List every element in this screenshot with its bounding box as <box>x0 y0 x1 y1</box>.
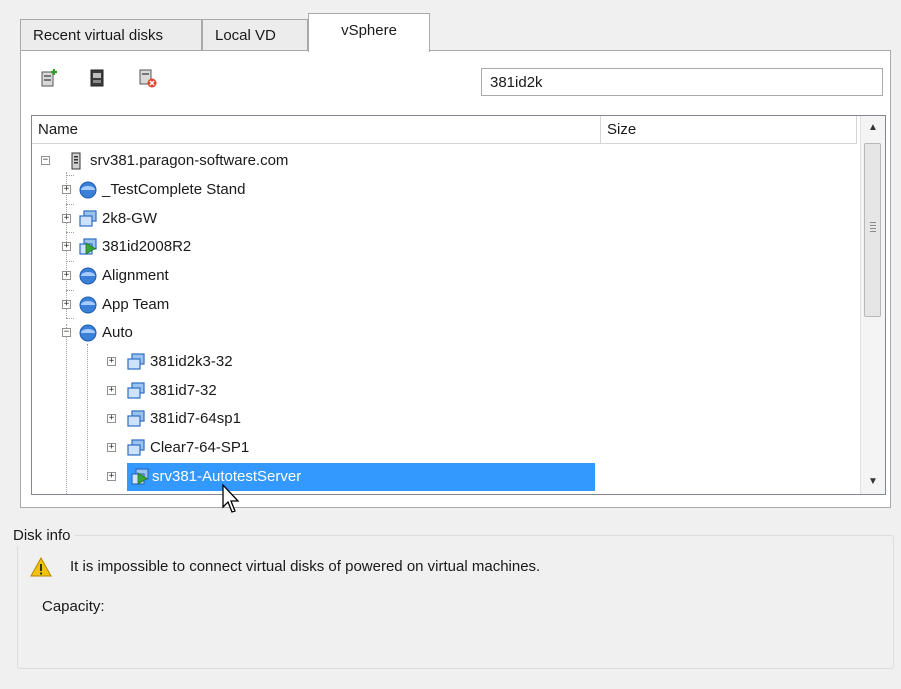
tree-row-pool[interactable]: − Auto <box>32 319 592 347</box>
expand-icon[interactable]: + <box>107 357 116 366</box>
grip-icon <box>870 222 876 232</box>
server-icon <box>71 152 81 170</box>
expand-icon[interactable]: + <box>62 185 71 194</box>
vertical-scrollbar[interactable]: ▲ ▼ <box>860 116 885 494</box>
tree-row-server[interactable]: − srv381.paragon-software.com <box>32 147 592 175</box>
vm-powered-on-icon <box>131 468 149 485</box>
expand-icon[interactable]: + <box>107 386 116 395</box>
disk-info-title: Disk info <box>10 526 75 546</box>
tree-row-label: _TestComplete Stand <box>102 181 246 198</box>
tab-label: Local VD <box>215 27 276 44</box>
tree-row-vm[interactable]: + 381id7-32 <box>32 377 592 405</box>
tab-vsphere[interactable]: vSphere <box>308 13 430 52</box>
vm-icon <box>127 382 145 399</box>
expand-icon[interactable]: + <box>107 443 116 452</box>
tab-label: vSphere <box>341 22 397 39</box>
resource-pool-icon <box>79 324 97 342</box>
vm-icon <box>127 410 145 427</box>
resource-pool-icon <box>79 296 97 314</box>
tree-row-label: Alignment <box>102 267 169 284</box>
vm-icon <box>127 353 145 370</box>
tree-row-vm[interactable]: + 381id2008R2 <box>32 233 592 261</box>
remove-disk-icon[interactable] <box>139 68 157 88</box>
resource-pool-icon <box>79 267 97 285</box>
tree-row-label: Auto <box>102 324 133 341</box>
expand-icon[interactable]: + <box>107 414 116 423</box>
capacity-label: Capacity: <box>42 598 105 615</box>
add-disk-icon[interactable] <box>41 68 59 88</box>
tree-row-vm-selected[interactable]: + srv381-AutotestServer <box>32 463 602 491</box>
tree-row-vm[interactable]: + 381id2k3-32 <box>32 348 592 376</box>
tree-row-pool[interactable]: + Alignment <box>32 262 592 290</box>
expand-icon[interactable]: + <box>62 300 71 309</box>
vm-icon <box>127 439 145 456</box>
vm-powered-on-icon <box>79 238 97 255</box>
expand-icon[interactable]: + <box>62 271 71 280</box>
tree-row-label: 381id2k3-32 <box>150 353 233 370</box>
tree-row-label: 381id7-64sp1 <box>150 410 241 427</box>
tree-row-pool[interactable]: + _TestComplete Stand <box>32 176 592 204</box>
resource-pool-icon <box>79 181 97 199</box>
tree-row-vm[interactable]: + Clear7-64-SP1 <box>32 434 592 462</box>
tree-row-label: srv381.paragon-software.com <box>90 152 289 169</box>
tree-row-vm[interactable]: + 2k8-GW <box>32 205 592 233</box>
tab-label: Recent virtual disks <box>33 27 164 44</box>
column-header-size[interactable]: Size <box>601 116 857 144</box>
tree-row-label: 2k8-GW <box>102 210 158 227</box>
expand-icon[interactable]: + <box>107 472 116 481</box>
column-header-label: Name <box>38 121 79 138</box>
vsphere-panel: Name Size − srv381.paragon-software.com … <box>20 50 891 508</box>
expand-icon[interactable]: + <box>62 214 71 223</box>
tab-local-vd[interactable]: Local VD <box>202 19 308 50</box>
tree-row-label: 381id7-32 <box>150 382 217 399</box>
search-input[interactable] <box>481 68 883 96</box>
tab-recent-virtual-disks[interactable]: Recent virtual disks <box>20 19 202 50</box>
collapse-icon[interactable]: − <box>62 328 71 337</box>
vm-tree-list[interactable]: Name Size − srv381.paragon-software.com … <box>31 115 886 495</box>
tree-row-pool[interactable]: + App Team <box>32 291 592 319</box>
tree-row-label: App Team <box>102 296 170 313</box>
disk-icon[interactable] <box>88 68 106 88</box>
column-header-label: Size <box>607 121 637 138</box>
collapse-icon[interactable]: − <box>41 156 50 165</box>
warning-icon <box>30 557 52 577</box>
tree-row-label: srv381-AutotestServer <box>152 468 302 485</box>
tree-row-vm[interactable]: + 381id7-64sp1 <box>32 405 592 433</box>
vm-icon <box>79 210 97 227</box>
tree-row-label: 381id2008R2 <box>102 238 192 255</box>
expand-icon[interactable]: + <box>62 242 71 251</box>
scrollbar-thumb[interactable] <box>864 143 881 317</box>
column-header-name[interactable]: Name <box>32 116 601 144</box>
warning-message: It is impossible to connect virtual disk… <box>70 558 541 575</box>
scroll-up-arrow-icon[interactable]: ▲ <box>861 116 885 140</box>
tree-row-label: Clear7-64-SP1 <box>150 439 250 456</box>
scroll-down-arrow-icon[interactable]: ▼ <box>861 470 885 494</box>
